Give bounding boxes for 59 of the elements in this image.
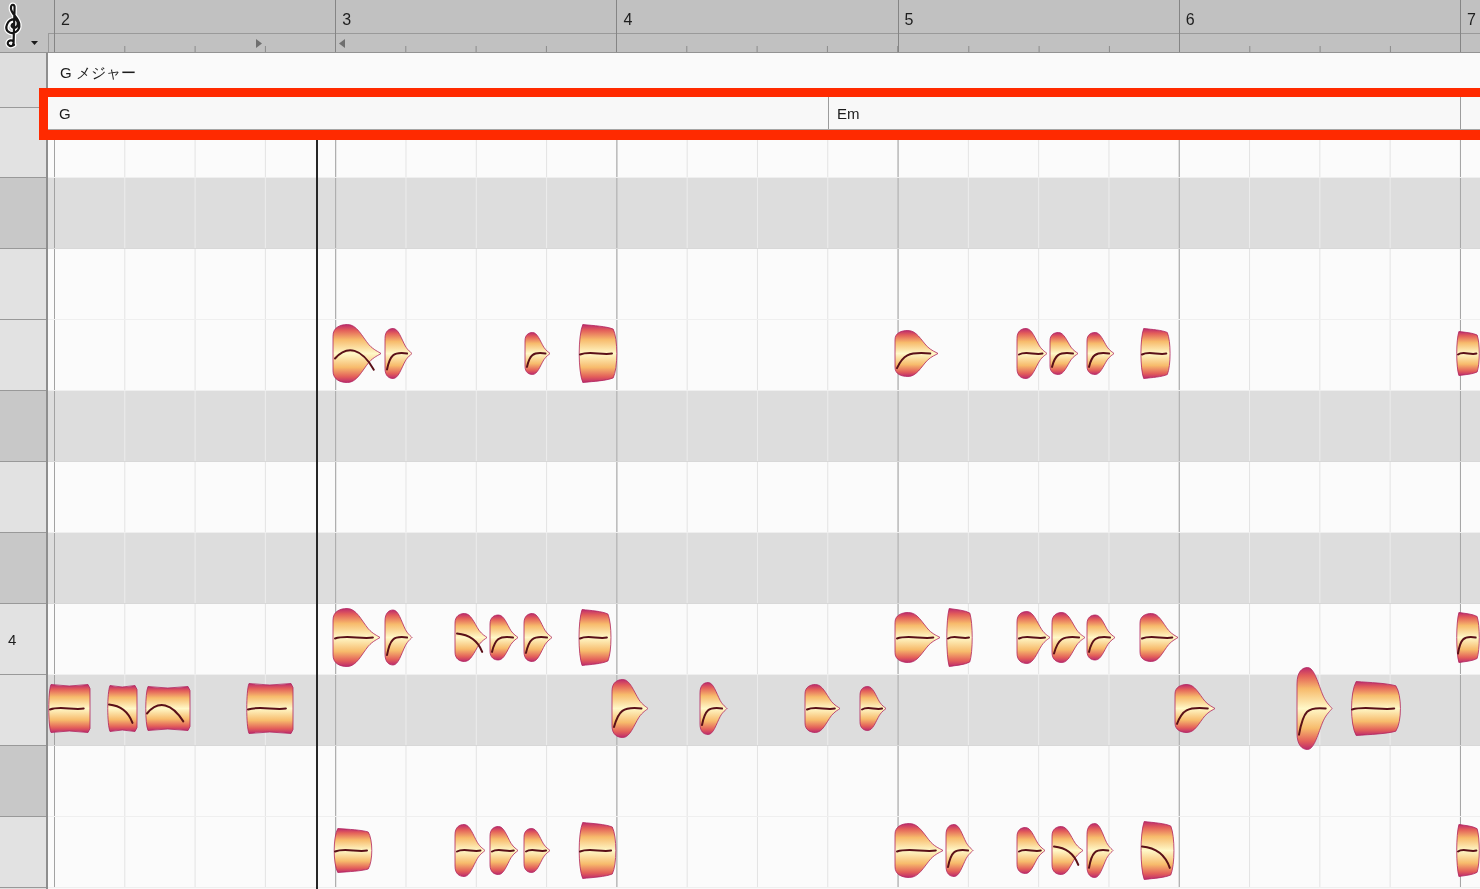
note-blob[interactable] xyxy=(246,683,294,734)
note-blob[interactable] xyxy=(1051,826,1084,875)
chord-region[interactable]: G xyxy=(48,97,828,129)
note-blob[interactable] xyxy=(894,612,941,663)
note-blob[interactable] xyxy=(1016,328,1048,379)
bar-number: 4 xyxy=(622,10,634,30)
note-blob[interactable] xyxy=(1086,614,1116,661)
note-blob[interactable] xyxy=(804,684,841,733)
piano-key[interactable] xyxy=(0,108,46,178)
bar-number: 7 xyxy=(1465,10,1477,30)
note-blob[interactable] xyxy=(1139,613,1179,662)
note-blob[interactable] xyxy=(1140,821,1175,880)
note-blob[interactable] xyxy=(48,684,91,733)
note-blob[interactable] xyxy=(107,685,138,732)
bar-number: 3 xyxy=(341,10,353,30)
note-blob[interactable] xyxy=(1049,332,1079,375)
note-blob[interactable] xyxy=(578,609,612,666)
note-blob[interactable] xyxy=(384,328,413,379)
note-blob[interactable] xyxy=(1351,681,1401,736)
left-triangle-icon[interactable] xyxy=(339,39,346,48)
note-blob[interactable] xyxy=(524,332,551,375)
note-blob[interactable] xyxy=(145,686,191,731)
piano-key[interactable]: 4 xyxy=(0,604,46,675)
note-blob[interactable] xyxy=(489,826,519,875)
note-blob[interactable] xyxy=(489,614,519,661)
key-label[interactable]: G メジャー xyxy=(60,64,136,82)
note-blob[interactable] xyxy=(946,608,973,667)
note-blob[interactable] xyxy=(945,824,974,877)
note-blob[interactable] xyxy=(859,686,887,731)
chord-region[interactable]: Em xyxy=(828,97,1460,129)
note-blob[interactable] xyxy=(384,609,413,666)
note-blob[interactable] xyxy=(1051,612,1086,663)
note-blob[interactable] xyxy=(578,822,617,879)
note-blob[interactable] xyxy=(1086,823,1114,878)
note-blob[interactable] xyxy=(1174,684,1216,733)
caret-icon xyxy=(31,41,38,45)
note-blob[interactable] xyxy=(332,324,382,383)
note-blob[interactable] xyxy=(454,824,486,877)
note-blob[interactable] xyxy=(333,828,373,873)
octave-label: 4 xyxy=(8,630,17,648)
note-blob[interactable] xyxy=(894,330,939,377)
bar-number: 5 xyxy=(903,10,915,30)
note-blob[interactable] xyxy=(578,324,618,383)
note-blob[interactable] xyxy=(699,682,728,735)
note-blob[interactable] xyxy=(1086,332,1115,375)
note-blob[interactable] xyxy=(611,679,649,738)
note-blob[interactable] xyxy=(454,613,488,662)
note-blob[interactable] xyxy=(894,823,944,878)
bar-number: 2 xyxy=(60,10,71,30)
treble-clef-icon xyxy=(2,2,24,50)
note-blob[interactable] xyxy=(1296,667,1333,750)
note-blob[interactable] xyxy=(1016,611,1051,664)
note-blob[interactable] xyxy=(1016,827,1046,874)
note-blob[interactable] xyxy=(523,828,551,873)
note-blob[interactable] xyxy=(523,613,553,662)
note-blob[interactable] xyxy=(1140,328,1171,379)
right-triangle-icon[interactable] xyxy=(256,39,262,48)
note-blob[interactable] xyxy=(332,608,381,667)
bar-number: 6 xyxy=(1184,10,1196,30)
